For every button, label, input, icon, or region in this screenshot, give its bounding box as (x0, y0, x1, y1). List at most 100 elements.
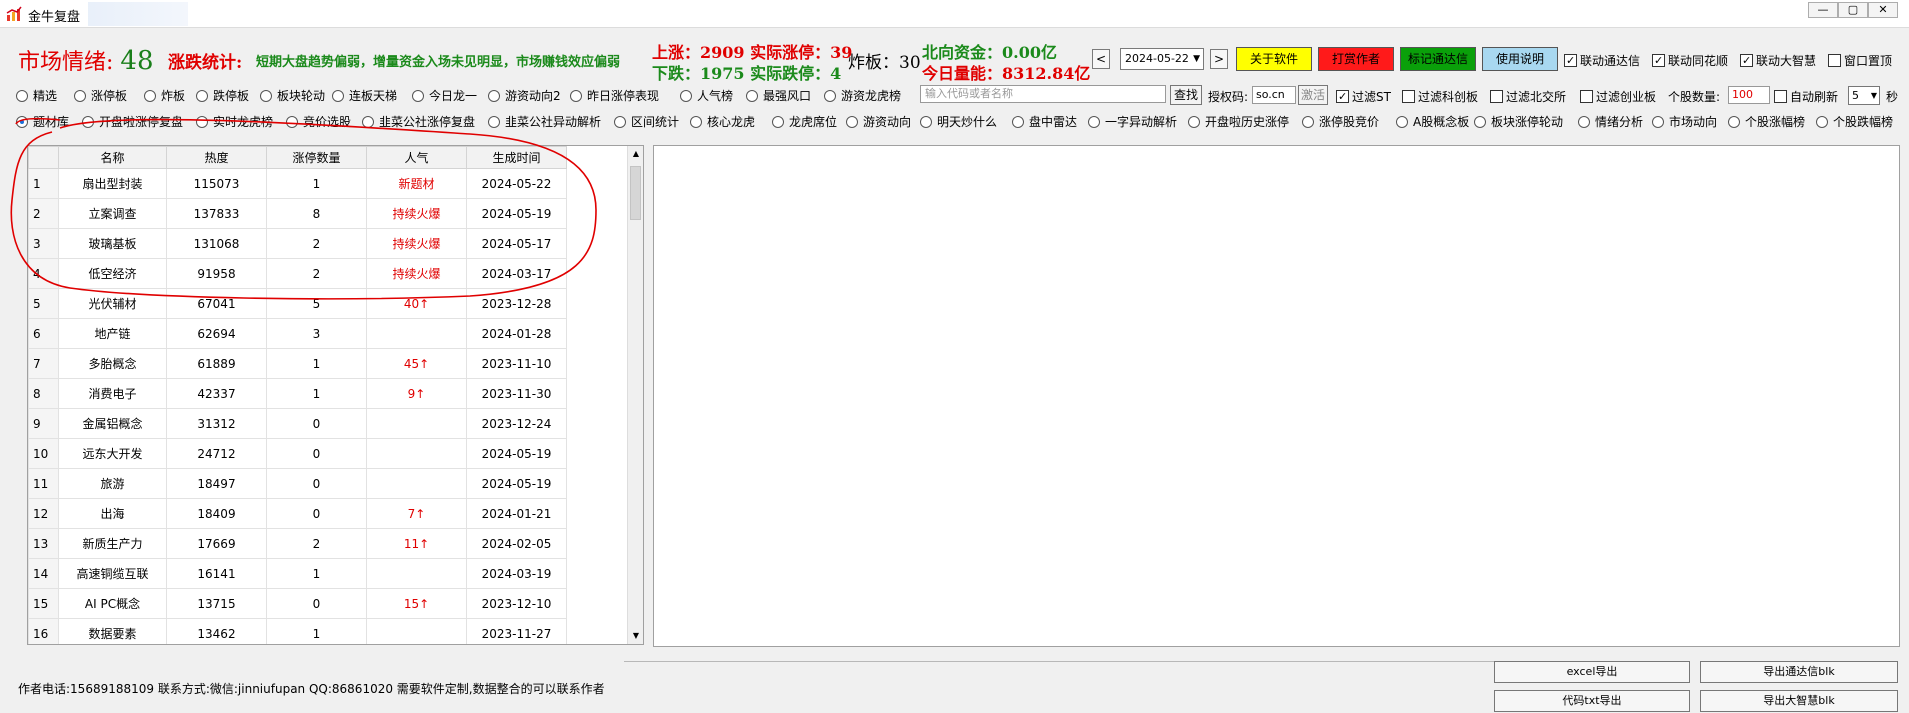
table-row[interactable]: 16 数据要素 13462 1 2023-11-27 (28, 618, 567, 644)
table-row[interactable]: 14 高速铜缆互联 16141 1 2024-03-19 (28, 558, 567, 589)
table-scrollbar[interactable]: ▲ ▼ (627, 146, 643, 644)
table-row[interactable]: 1 扇出型封装 115073 1 新题材 2024-05-22 (28, 168, 567, 199)
radio-one-line-analysis[interactable]: 一字异动解析 (1088, 113, 1177, 130)
table-row[interactable]: 3 玻璃基板 131068 2 持续火爆 2024-05-17 (28, 228, 567, 259)
table-row[interactable]: 12 出海 18409 0 7↑ 2024-01-21 (28, 498, 567, 529)
filter-bse-checkbox[interactable]: 过滤北交所 (1490, 88, 1566, 105)
radio-range-stats[interactable]: 区间统计 (614, 113, 679, 130)
auth-code-input[interactable]: so.cn (1252, 86, 1296, 104)
column-header-heat[interactable]: 热度 (166, 146, 267, 169)
checkbox-box[interactable] (1740, 54, 1753, 67)
radio-jiucai-review[interactable]: 韭菜公社涨停复盘 (362, 113, 475, 130)
topic-name-cell: 旅游 (58, 468, 167, 499)
radio-strongest-trend[interactable]: 最强风口 (746, 87, 811, 104)
search-input[interactable]: 输入代码或者名称 (920, 85, 1166, 103)
radio-limit-auction[interactable]: 涨停股竞价 (1302, 113, 1379, 130)
radio-hot-money[interactable]: 游资动向 (846, 113, 911, 130)
radio-yesterday-limit-up[interactable]: 昨日涨停表现 (570, 87, 659, 104)
checkbox-box[interactable] (1490, 90, 1503, 103)
link-ths-checkbox[interactable]: 联动同花顺 (1652, 52, 1728, 69)
topic-table[interactable]: 名称 热度 涨停数量 人气 生成时间 1 扇出型封装 115073 1 新题材 2024-… (27, 145, 644, 645)
radio-sentiment-analysis[interactable]: 情绪分析 (1578, 113, 1643, 130)
link-tdx-checkbox[interactable]: 联动通达信 (1564, 52, 1640, 69)
radio-sector-rotation[interactable]: 板块轮动 (260, 87, 325, 104)
radio-a-share-concepts[interactable]: A股概念板 (1396, 113, 1469, 130)
radio-tomorrow-pick[interactable]: 明天炒什么 (920, 113, 997, 130)
table-row[interactable]: 2 立案调查 137833 8 持续火爆 2024-05-19 (28, 198, 567, 229)
checkbox-box[interactable] (1402, 90, 1415, 103)
export-tdx-button[interactable]: 导出通达信blk (1700, 661, 1898, 683)
radio-hot-money-2[interactable]: 游资动向2 (488, 87, 561, 104)
about-button[interactable]: 关于软件 (1236, 47, 1312, 71)
scroll-up-icon[interactable]: ▲ (628, 146, 643, 162)
link-dzh-checkbox[interactable]: 联动大智慧 (1740, 52, 1816, 69)
radio-limit-up[interactable]: 涨停板 (74, 87, 127, 104)
checkbox-box[interactable] (1828, 54, 1841, 67)
column-header-popularity[interactable]: 人气 (366, 146, 467, 169)
column-header-created[interactable]: 生成时间 (466, 146, 567, 169)
table-row[interactable]: 4 低空经济 91958 2 持续火爆 2024-03-17 (28, 258, 567, 289)
mark-tdx-button[interactable]: 标记通达信 (1400, 47, 1476, 71)
refresh-interval-select[interactable]: 5 ▼ (1848, 86, 1880, 105)
table-row[interactable]: 5 光伏辅材 67041 5 40↑ 2023-12-28 (28, 288, 567, 319)
radio-jiucai-analysis[interactable]: 韭菜公社异动解析 (488, 113, 601, 130)
reward-author-button[interactable]: 打赏作者 (1318, 47, 1394, 71)
radio-losers[interactable]: 个股跌幅榜 (1816, 113, 1893, 130)
table-row[interactable]: 7 多胎概念 61889 1 45↑ 2023-11-10 (28, 348, 567, 379)
radio-topic-library[interactable]: 题材库 (16, 113, 69, 130)
radio-kpl-history[interactable]: 开盘啦历史涨停 (1188, 113, 1289, 130)
radio-gainers[interactable]: 个股涨幅榜 (1728, 113, 1805, 130)
maximize-button[interactable]: ▢ (1838, 2, 1868, 18)
minimize-button[interactable]: — (1808, 2, 1838, 18)
radio-live-lhb[interactable]: 实时龙虎榜 (196, 113, 273, 130)
filter-st-checkbox[interactable]: 过滤ST (1336, 88, 1391, 105)
table-row[interactable]: 10 远东大开发 24712 0 2024-05-19 (28, 438, 567, 469)
column-header-limit-count[interactable]: 涨停数量 (266, 146, 367, 169)
radio-core-lhb[interactable]: 核心龙虎 (690, 113, 755, 130)
radio-hot-money-list[interactable]: 游资龙虎榜 (824, 87, 901, 104)
heat-cell: 61889 (166, 348, 267, 379)
filter-star-checkbox[interactable]: 过滤科创板 (1402, 88, 1478, 105)
checkbox-box[interactable] (1652, 54, 1665, 67)
pin-window-checkbox[interactable]: 窗口置顶 (1828, 52, 1892, 69)
table-row[interactable]: 11 旅游 18497 0 2024-05-19 (28, 468, 567, 499)
auto-refresh-checkbox[interactable]: 自动刷新 (1774, 88, 1838, 105)
radio-board-ladder[interactable]: 连板天梯 (332, 87, 397, 104)
scroll-down-icon[interactable]: ▼ (628, 628, 643, 644)
next-date-button[interactable]: > (1210, 49, 1228, 69)
radio-kpl-review[interactable]: 开盘啦涨停复盘 (82, 113, 183, 130)
radio-broken-limit[interactable]: 炸板 (144, 87, 185, 104)
search-button[interactable]: 查找 (1170, 85, 1202, 105)
table-row[interactable]: 8 消费电子 42337 1 9↑ 2023-11-30 (28, 378, 567, 409)
checkbox-box[interactable] (1774, 90, 1787, 103)
table-row[interactable]: 13 新质生产力 17669 2 11↑ 2024-02-05 (28, 528, 567, 559)
excel-export-button[interactable]: excel导出 (1494, 661, 1690, 683)
prev-date-button[interactable]: < (1092, 49, 1110, 69)
table-row[interactable]: 6 地产链 62694 3 2024-01-28 (28, 318, 567, 349)
column-header-name[interactable]: 名称 (58, 146, 167, 169)
table-row[interactable]: 9 金属铝概念 31312 0 2023-12-24 (28, 408, 567, 439)
radio-sector-limit-rotation[interactable]: 板块涨停轮动 (1474, 113, 1563, 130)
checkbox-box[interactable] (1336, 90, 1349, 103)
radio-popularity[interactable]: 人气榜 (680, 87, 733, 104)
activate-button[interactable]: 激活 (1298, 85, 1328, 105)
txt-export-button[interactable]: 代码txt导出 (1494, 690, 1690, 712)
radio-auction-pick[interactable]: 竞价选股 (286, 113, 351, 130)
checkbox-box[interactable] (1580, 90, 1593, 103)
radio-limit-down[interactable]: 跌停板 (196, 87, 249, 104)
radio-featured[interactable]: 精选 (16, 87, 57, 104)
table-row[interactable]: 15 AI PC概念 13715 0 15↑ 2023-12-10 (28, 588, 567, 619)
radio-lhb-seats[interactable]: 龙虎席位 (772, 113, 837, 130)
export-dzh-button[interactable]: 导出大智慧blk (1700, 690, 1898, 712)
scroll-thumb[interactable] (630, 166, 641, 220)
radio-today-leader[interactable]: 今日龙一 (412, 87, 477, 104)
radio-market-trend[interactable]: 市场动向 (1652, 113, 1717, 130)
radio-intraday-radar[interactable]: 盘中雷达 (1012, 113, 1077, 130)
stock-count-input[interactable]: 100 (1728, 86, 1770, 104)
checkbox-box[interactable] (1564, 54, 1577, 67)
date-picker[interactable]: 2024-05-22 ▼ (1120, 48, 1204, 70)
app-chart-icon (6, 6, 22, 21)
filter-chinext-checkbox[interactable]: 过滤创业板 (1580, 88, 1656, 105)
close-button[interactable]: ✕ (1868, 2, 1898, 18)
help-button[interactable]: 使用说明 (1482, 47, 1558, 71)
